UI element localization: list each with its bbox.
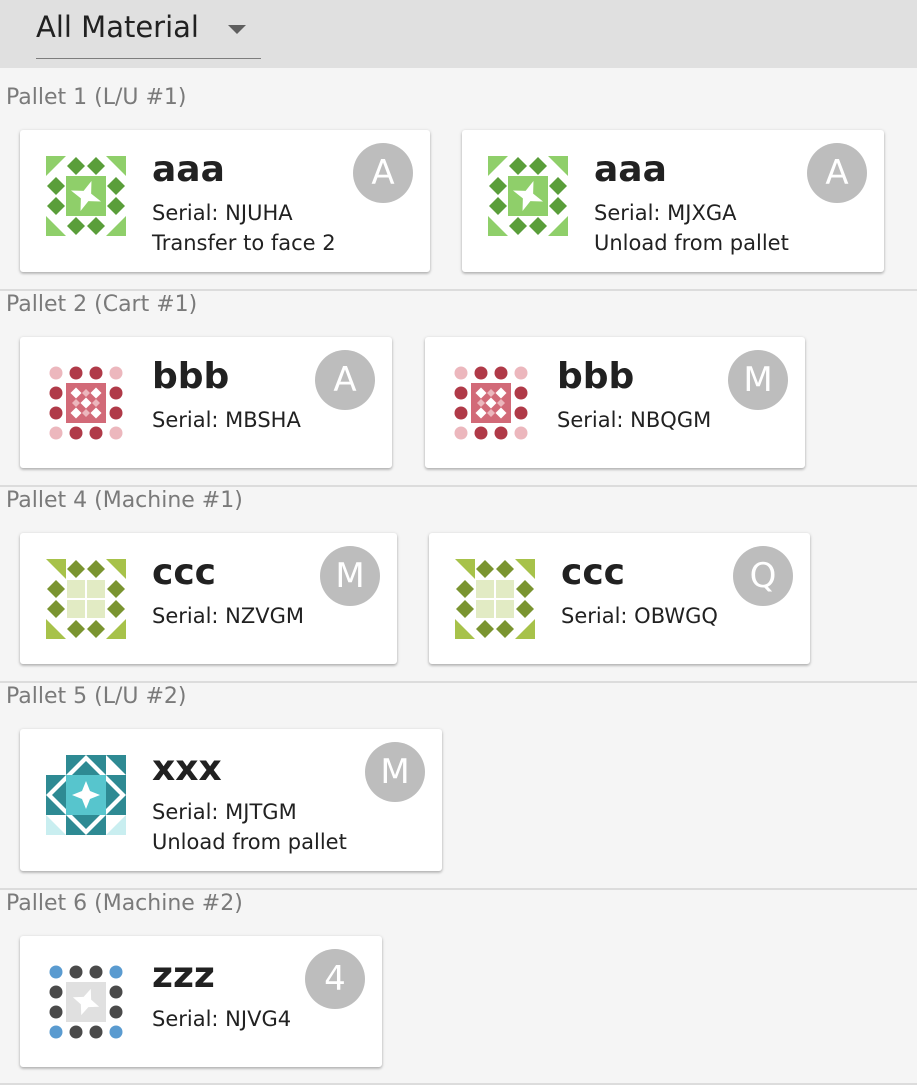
status-avatar: A — [807, 143, 867, 203]
part-name: bbb — [557, 356, 635, 397]
status-avatar: Q — [733, 546, 793, 606]
status-avatar: A — [315, 350, 375, 410]
section-divider — [0, 888, 917, 890]
action: Unload from pallet — [594, 231, 789, 255]
pallet-label: Pallet 5 (L/U #2) — [6, 684, 187, 709]
material-card[interactable]: bbb Serial: MBSHA A — [20, 337, 392, 468]
pallet-label: Pallet 2 (Cart #1) — [6, 292, 198, 317]
serial: Serial: MJTGM — [152, 800, 297, 824]
part-name: aaa — [594, 149, 667, 190]
pallet-label: Pallet 4 (Machine #1) — [6, 488, 243, 513]
material-filter-select[interactable]: All Material — [36, 10, 261, 59]
gray-dots-icon — [49, 965, 123, 1039]
material-card[interactable]: aaa Serial: NJUHA Transfer to face 2 A — [20, 130, 430, 272]
filter-bar: All Material — [0, 0, 917, 68]
section-divider — [0, 289, 917, 291]
status-avatar: M — [728, 350, 788, 410]
material-card[interactable]: bbb Serial: NBQGM M — [425, 337, 805, 468]
section-divider — [0, 485, 917, 487]
material-card[interactable]: zzz Serial: NJVG4 4 — [20, 936, 382, 1067]
serial: Serial: OBWGQ — [561, 604, 718, 628]
olive-quilt-icon — [46, 559, 126, 639]
red-dots-icon — [49, 366, 123, 440]
dropdown-arrow-icon[interactable] — [228, 25, 246, 34]
green-quilt-icon — [488, 156, 568, 236]
part-name: ccc — [152, 552, 217, 593]
pallet-label: Pallet 6 (Machine #2) — [6, 891, 243, 916]
serial: Serial: NZVGM — [152, 604, 305, 628]
teal-quilt-icon — [46, 755, 126, 835]
part-name: bbb — [152, 356, 230, 397]
section-divider — [0, 681, 917, 683]
part-name: ccc — [561, 552, 626, 593]
material-filter-value: All Material — [36, 10, 199, 44]
olive-quilt-icon — [455, 559, 535, 639]
action: Transfer to face 2 — [152, 231, 336, 255]
status-avatar: 4 — [305, 949, 365, 1009]
serial: Serial: MBSHA — [152, 408, 301, 432]
material-card[interactable]: xxx Serial: MJTGM Unload from pallet M — [20, 729, 442, 871]
red-dots-icon — [454, 366, 528, 440]
serial: Serial: NJUHA — [152, 201, 293, 225]
serial: Serial: MJXGA — [594, 201, 737, 225]
status-avatar: M — [365, 742, 425, 802]
serial: Serial: NJVG4 — [152, 1007, 292, 1031]
part-name: zzz — [152, 955, 215, 996]
material-card[interactable]: ccc Serial: OBWGQ Q — [429, 533, 810, 664]
material-card[interactable]: ccc Serial: NZVGM M — [20, 533, 397, 664]
part-name: aaa — [152, 149, 225, 190]
action: Unload from pallet — [152, 830, 347, 854]
material-card[interactable]: aaa Serial: MJXGA Unload from pallet A — [462, 130, 884, 272]
part-name: xxx — [152, 748, 222, 789]
green-quilt-icon — [46, 156, 126, 236]
status-avatar: A — [353, 143, 413, 203]
pallet-label: Pallet 1 (L/U #1) — [6, 85, 187, 110]
status-avatar: M — [320, 546, 380, 606]
serial: Serial: NBQGM — [557, 408, 712, 432]
